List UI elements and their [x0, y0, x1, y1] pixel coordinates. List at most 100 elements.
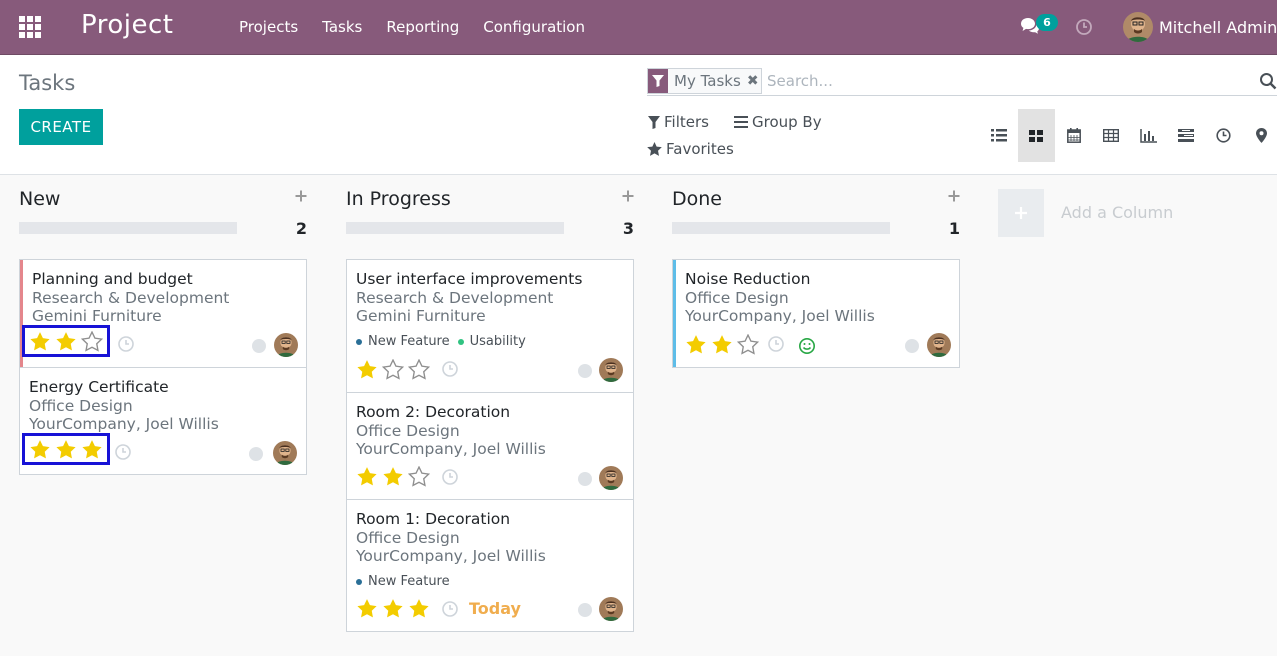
kanban-state-dot[interactable] [905, 339, 919, 353]
kanban-state-dot[interactable] [578, 364, 592, 378]
assignee-avatar[interactable] [599, 466, 623, 490]
star-empty-icon[interactable] [406, 358, 432, 380]
gantt-icon [1178, 129, 1195, 142]
search-bar: My Tasks ✖ [647, 68, 1277, 96]
column-count: 2 [295, 219, 307, 238]
activity-clock-icon[interactable] [1075, 18, 1093, 36]
assignee-avatar[interactable] [599, 358, 623, 382]
user-avatar[interactable] [1123, 12, 1153, 42]
task-customer: YourCompany, Joel Willis [685, 307, 875, 325]
activity-view-button[interactable] [1205, 109, 1243, 162]
activity-clock-icon[interactable] [441, 468, 459, 486]
task-card[interactable]: Energy Certificate Office Design YourCom… [20, 367, 306, 474]
star-filled-icon[interactable] [27, 330, 53, 352]
star-filled-icon[interactable] [53, 330, 79, 352]
task-title: User interface improvements [356, 270, 583, 288]
star-filled-icon[interactable] [406, 597, 432, 619]
assignee-avatar[interactable] [927, 333, 951, 357]
tag-label: Usability [469, 334, 526, 349]
quick-create-plus-icon[interactable] [622, 189, 634, 203]
assignee-avatar[interactable] [274, 333, 298, 357]
task-card[interactable]: User interface improvements Research & D… [347, 260, 633, 392]
quick-create-plus-icon[interactable] [948, 189, 960, 203]
quick-create-plus-icon[interactable] [295, 189, 307, 203]
filter-facet-icon [648, 69, 668, 93]
star-icon [647, 142, 662, 156]
menu-projects[interactable]: Projects [227, 0, 310, 55]
tag-color-dot [457, 338, 464, 345]
column-title[interactable]: In Progress [346, 188, 451, 210]
add-column-label[interactable]: Add a Column [1061, 203, 1173, 222]
user-name[interactable]: Mitchell Admin [1159, 0, 1277, 55]
menu-reporting[interactable]: Reporting [374, 0, 471, 55]
star-empty-icon[interactable] [406, 465, 432, 487]
map-view-button[interactable] [1243, 109, 1277, 162]
activity-clock-icon[interactable] [441, 360, 459, 378]
column-title[interactable]: Done [672, 188, 722, 210]
task-card[interactable]: Planning and budget Research & Developme… [20, 260, 306, 367]
kanban-view-button[interactable] [1017, 109, 1055, 162]
apps-menu-icon[interactable] [19, 16, 41, 38]
pivot-view-button[interactable] [1093, 109, 1131, 162]
control-panel: Tasks CREATE My Tasks ✖ Filters Group By… [0, 55, 1277, 175]
star-filled-icon[interactable] [354, 465, 380, 487]
star-filled-icon[interactable] [380, 465, 406, 487]
graph-view-button[interactable] [1130, 109, 1168, 162]
priority-stars [22, 325, 110, 357]
column-progress-bar[interactable] [672, 222, 890, 234]
app-brand[interactable]: Project [81, 10, 173, 40]
gantt-view-button[interactable] [1168, 109, 1206, 162]
priority-stars [683, 333, 761, 355]
filters-button[interactable]: Filters [648, 113, 709, 131]
column-progress-bar[interactable] [346, 222, 564, 234]
star-filled-icon[interactable] [683, 333, 709, 355]
kanban-state-dot[interactable] [578, 603, 592, 617]
favorites-label: Favorites [666, 140, 734, 158]
main-menu: Projects Tasks Reporting Configuration [227, 0, 597, 55]
star-empty-icon[interactable] [79, 330, 105, 352]
search-facet: My Tasks ✖ [647, 68, 762, 94]
kanban-state-dot[interactable] [252, 339, 266, 353]
task-card[interactable]: Room 2: Decoration Office Design YourCom… [347, 392, 633, 499]
activity-clock-icon[interactable] [114, 443, 132, 461]
assignee-avatar[interactable] [599, 597, 623, 621]
create-button[interactable]: CREATE [19, 109, 103, 145]
task-card[interactable]: Room 1: Decoration Office Design YourCom… [347, 499, 633, 631]
kanban-state-dot[interactable] [249, 447, 263, 461]
assignee-avatar[interactable] [273, 441, 297, 465]
star-empty-icon[interactable] [380, 358, 406, 380]
list-view-button[interactable] [980, 109, 1018, 162]
tag: New Feature [356, 334, 450, 349]
star-filled-icon[interactable] [79, 438, 105, 460]
column-progress-bar[interactable] [19, 222, 237, 234]
filters-label: Filters [664, 113, 709, 131]
activity-clock-icon[interactable] [117, 335, 135, 353]
star-filled-icon[interactable] [380, 597, 406, 619]
task-customer: Gemini Furniture [32, 307, 162, 325]
activity-clock-icon[interactable] [767, 335, 785, 353]
star-filled-icon[interactable] [354, 358, 380, 380]
kanban-state-dot[interactable] [578, 472, 592, 486]
group-by-button[interactable]: Group By [734, 113, 822, 131]
column-title[interactable]: New [19, 188, 60, 210]
calendar-view-button[interactable] [1055, 109, 1093, 162]
search-input[interactable] [767, 68, 1247, 94]
tag-color-dot [356, 338, 362, 345]
task-project: Office Design [29, 397, 133, 415]
search-icon[interactable] [1259, 72, 1277, 90]
star-filled-icon[interactable] [709, 333, 735, 355]
star-filled-icon[interactable] [27, 438, 53, 460]
task-card[interactable]: Noise Reduction Office Design YourCompan… [673, 260, 959, 367]
star-empty-icon[interactable] [735, 333, 761, 355]
star-filled-icon[interactable] [354, 597, 380, 619]
task-tags: New Feature Usability [356, 334, 534, 349]
star-filled-icon[interactable] [53, 438, 79, 460]
column-cards: Planning and budget Research & Developme… [19, 259, 307, 475]
favorites-button[interactable]: Favorites [647, 140, 734, 158]
facet-remove-icon[interactable]: ✖ [745, 69, 761, 93]
add-column-button[interactable] [998, 189, 1044, 237]
menu-configuration[interactable]: Configuration [471, 0, 597, 55]
activity-icon [1216, 128, 1231, 143]
activity-clock-icon[interactable] [441, 600, 459, 618]
menu-tasks[interactable]: Tasks [310, 0, 374, 55]
